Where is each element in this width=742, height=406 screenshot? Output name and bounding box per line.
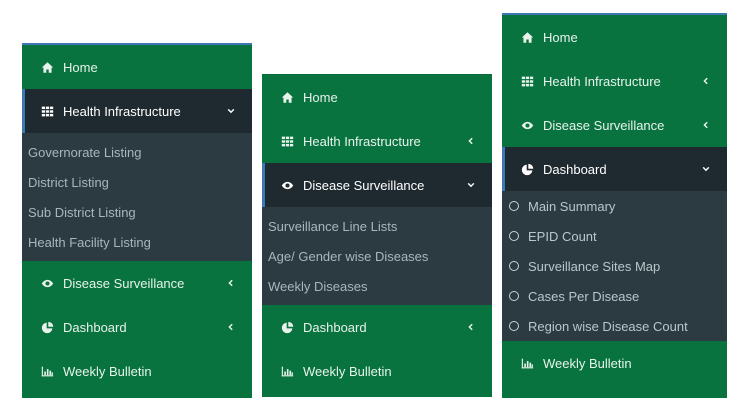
- submenu-item-label: Region wise Disease Count: [528, 318, 688, 334]
- grid-icon: [40, 104, 54, 118]
- submenu-item-epid-count[interactable]: EPID Count: [502, 221, 727, 251]
- sidebar-item-disease-surveillance[interactable]: Disease Surveillance: [502, 103, 727, 147]
- submenu-item-main-summary[interactable]: Main Summary: [502, 191, 727, 221]
- sidebar-item-label: Disease Surveillance: [303, 177, 425, 193]
- sidebar-item-health-infrastructure[interactable]: Health Infrastructure: [22, 89, 252, 133]
- sidebar-panel-disease-surveillance-expanded: Home Health Infrastructure Disease Surve…: [262, 74, 492, 397]
- sidebar-item-home[interactable]: Home: [22, 45, 252, 89]
- sidebar-panel-dashboard-expanded: Home Health Infrastructure Disease Surve…: [502, 13, 727, 398]
- sidebar-item-health-infrastructure[interactable]: Health Infrastructure: [262, 119, 492, 163]
- sidebar-panel-health-infrastructure-expanded: Home Health Infrastructure Governorate L…: [22, 43, 252, 398]
- submenu-item-district-listing[interactable]: District Listing: [22, 167, 252, 197]
- grid-icon: [280, 134, 294, 148]
- grid-icon: [520, 74, 534, 88]
- sidebar-item-label: Disease Surveillance: [63, 275, 185, 291]
- submenu-item-label: Cases Per Disease: [528, 288, 640, 304]
- bar-chart-icon: [40, 364, 54, 378]
- sidebar-item-disease-surveillance[interactable]: Disease Surveillance: [22, 261, 252, 305]
- sidebar-item-label: Home: [543, 29, 578, 45]
- home-icon: [280, 90, 294, 104]
- eye-icon: [520, 118, 534, 132]
- submenu-item-label: EPID Count: [528, 228, 597, 244]
- chevron-down-icon: [701, 165, 711, 173]
- submenu-item-cases-per-disease[interactable]: Cases Per Disease: [502, 281, 727, 311]
- sidebar-item-label: Home: [303, 89, 338, 105]
- submenu-item-region-wise-disease-count[interactable]: Region wise Disease Count: [502, 311, 727, 341]
- chevron-down-icon: [466, 181, 476, 189]
- sidebar-item-dashboard[interactable]: Dashboard: [262, 305, 492, 349]
- chevron-left-icon: [226, 323, 236, 331]
- home-icon: [520, 30, 534, 44]
- bar-chart-icon: [520, 356, 534, 370]
- sidebar-item-label: Dashboard: [63, 319, 127, 335]
- submenu-item-sub-district-listing[interactable]: Sub District Listing: [22, 197, 252, 227]
- chevron-left-icon: [701, 77, 711, 85]
- sidebar-item-label: Dashboard: [303, 319, 367, 335]
- submenu-item-label: Surveillance Sites Map: [528, 258, 661, 274]
- submenu-item-governorate-listing[interactable]: Governorate Listing: [22, 137, 252, 167]
- sidebar-item-disease-surveillance[interactable]: Disease Surveillance: [262, 163, 492, 207]
- bar-chart-icon: [280, 364, 294, 378]
- submenu-disease-surveillance: Surveillance Line Lists Age/ Gender wise…: [262, 207, 492, 305]
- sidebar-item-weekly-bulletin[interactable]: Weekly Bulletin: [22, 349, 252, 393]
- sidebar-item-weekly-bulletin[interactable]: Weekly Bulletin: [262, 349, 492, 393]
- submenu-item-surveillance-line-lists[interactable]: Surveillance Line Lists: [262, 211, 492, 241]
- eye-icon: [40, 276, 54, 290]
- sidebar-item-label: Weekly Bulletin: [63, 363, 152, 379]
- submenu-item-surveillance-sites-map[interactable]: Surveillance Sites Map: [502, 251, 727, 281]
- sidebar-item-home[interactable]: Home: [262, 75, 492, 119]
- submenu-item-label: Main Summary: [528, 198, 616, 214]
- circle-icon: [509, 291, 519, 301]
- chevron-left-icon: [701, 121, 711, 129]
- sidebar-item-label: Weekly Bulletin: [543, 355, 632, 371]
- chevron-left-icon: [226, 279, 236, 287]
- circle-icon: [509, 231, 519, 241]
- home-icon: [40, 60, 54, 74]
- sidebar-item-label: Health Infrastructure: [543, 73, 661, 89]
- chevron-left-icon: [466, 323, 476, 331]
- sidebar-item-home[interactable]: Home: [502, 15, 727, 59]
- submenu-item-weekly-diseases[interactable]: Weekly Diseases: [262, 271, 492, 301]
- chevron-left-icon: [466, 137, 476, 145]
- eye-icon: [280, 178, 294, 192]
- circle-icon: [509, 321, 519, 331]
- pie-chart-icon: [40, 320, 54, 334]
- sidebar-item-label: Disease Surveillance: [543, 117, 665, 133]
- sidebar-item-label: Health Infrastructure: [303, 133, 421, 149]
- submenu-dashboard: Main Summary EPID Count Surveillance Sit…: [502, 191, 727, 341]
- submenu-item-health-facility-listing[interactable]: Health Facility Listing: [22, 227, 252, 257]
- circle-icon: [509, 201, 519, 211]
- submenu-health-infrastructure: Governorate Listing District Listing Sub…: [22, 133, 252, 261]
- sidebar-item-label: Home: [63, 59, 98, 75]
- sidebar-item-label: Health Infrastructure: [63, 103, 181, 119]
- circle-icon: [509, 261, 519, 271]
- pie-chart-icon: [520, 162, 534, 176]
- sidebar-item-dashboard[interactable]: Dashboard: [502, 147, 727, 191]
- chevron-down-icon: [226, 107, 236, 115]
- sidebar-item-label: Dashboard: [543, 161, 607, 177]
- pie-chart-icon: [280, 320, 294, 334]
- sidebar-item-dashboard[interactable]: Dashboard: [22, 305, 252, 349]
- sidebar-item-health-infrastructure[interactable]: Health Infrastructure: [502, 59, 727, 103]
- sidebar-item-weekly-bulletin[interactable]: Weekly Bulletin: [502, 341, 727, 385]
- submenu-item-age-gender-wise-diseases[interactable]: Age/ Gender wise Diseases: [262, 241, 492, 271]
- sidebar-item-label: Weekly Bulletin: [303, 363, 392, 379]
